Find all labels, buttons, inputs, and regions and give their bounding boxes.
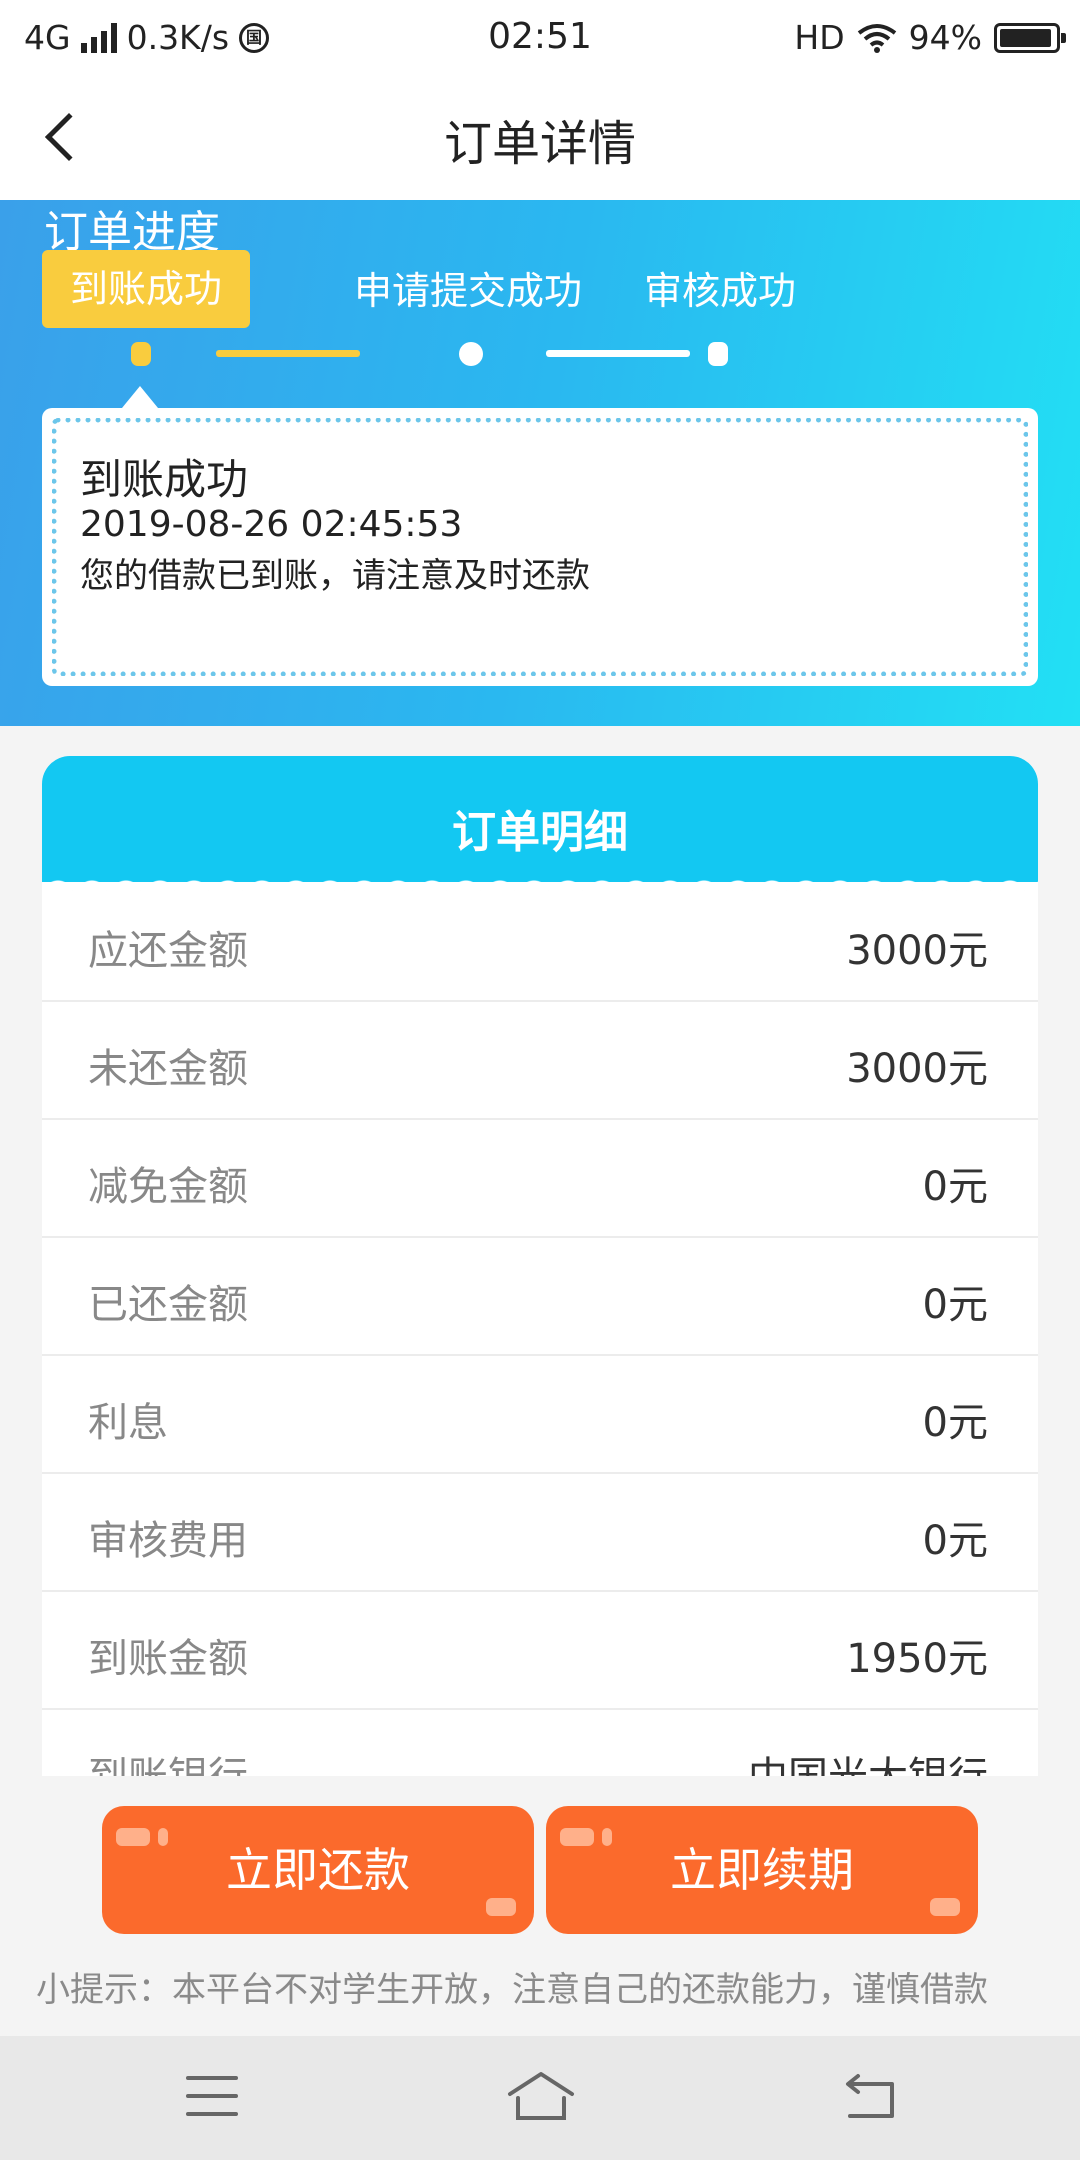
renew-now-label: 立即续期 [670,1843,854,1897]
row-value: 0元 [922,1518,988,1564]
back-icon[interactable] [842,2072,898,2122]
detail-row: 利息 0元 [42,1356,1038,1474]
row-value: 3000元 [846,1046,988,1092]
row-label: 到账银行 [88,1744,248,1776]
system-nav-bar [0,2036,1080,2160]
status-bar: 4G 0.3K/s 国 02:51 HD 94% [0,0,1080,76]
detail-row: 减免金额 0元 [42,1120,1038,1238]
detail-row: 到账金额 1950元 [42,1592,1038,1710]
step-dot [459,342,483,366]
row-value: 0元 [922,1164,988,1210]
step-line [546,350,690,357]
repay-now-label: 立即还款 [226,1843,410,1897]
step-approved: 审核成功 [644,269,797,313]
step-dot [708,342,728,366]
button-highlight [602,1828,612,1846]
renew-now-button[interactable]: 立即续期 [546,1806,978,1934]
message-time: 2019-08-26 02:45:53 [80,504,463,545]
button-highlight [930,1898,960,1916]
progress-message-card: 到账成功 2019-08-26 02:45:53 您的借款已到账，请注意及时还款 [42,386,1038,686]
row-label: 到账金额 [88,1636,248,1682]
wifi-icon [857,23,896,53]
order-details-title: 订单明细 [452,807,628,858]
order-details-card: 订单明细 应还金额 3000元 未还金额 3000元 减免金额 0元 已还金额 … [42,756,1038,1776]
row-label: 减免金额 [88,1164,248,1210]
step-received: 到账成功 [42,250,250,328]
row-value: 中国光大银行 [748,1744,988,1776]
row-label: 利息 [88,1400,168,1446]
menu-icon[interactable] [186,2076,238,2120]
nav-bar: 订单详情 [0,76,1080,200]
row-label: 已还金额 [88,1282,248,1328]
step-dot-active [131,342,151,366]
button-highlight [560,1828,594,1846]
repay-now-button[interactable]: 立即还款 [102,1806,534,1934]
row-value: 1950元 [846,1636,988,1682]
detail-row: 已还金额 0元 [42,1238,1038,1356]
order-progress-section: 订单进度 到账成功 申请提交成功 审核成功 到账成功 2019-08-26 02… [0,200,1080,726]
card-pointer [122,386,158,408]
row-label: 应还金额 [88,928,248,974]
row-value: 3000元 [846,928,988,974]
page-title: 订单详情 [443,116,636,172]
row-value: 0元 [922,1400,988,1446]
detail-row: 应还金额 3000元 [42,884,1038,1002]
battery-icon [994,22,1066,53]
button-highlight [116,1828,150,1846]
detail-row: 审核费用 0元 [42,1474,1038,1592]
button-highlight [486,1898,516,1916]
step-submitted: 申请提交成功 [354,269,583,313]
row-value: 0元 [922,1282,988,1328]
detail-row: 未还金额 3000元 [42,1002,1038,1120]
battery-percent: 94% [908,18,982,57]
step-line-active [216,350,360,357]
button-highlight [158,1828,168,1846]
row-label: 未还金额 [88,1046,248,1092]
detail-row: 到账银行 中国光大银行 [42,1710,1038,1776]
status-right: HD 94% [794,18,1066,57]
home-icon[interactable] [506,2068,576,2124]
message-title: 到账成功 [80,455,249,504]
message-text: 您的借款已到账，请注意及时还款 [80,556,590,596]
hd-indicator: HD [794,18,845,57]
bottom-action-bar: 立即还款 立即续期 小提示：本平台不对学生开放，注意自己的还款能力，谨慎借款 [0,1776,1080,2036]
order-details-header: 订单明细 [42,756,1038,882]
row-label: 审核费用 [88,1518,248,1564]
tip-text: 小提示：本平台不对学生开放，注意自己的还款能力，谨慎借款 [36,1970,988,2010]
detail-rows[interactable]: 应还金额 3000元 未还金额 3000元 减免金额 0元 已还金额 0元 利息… [42,884,1038,1776]
